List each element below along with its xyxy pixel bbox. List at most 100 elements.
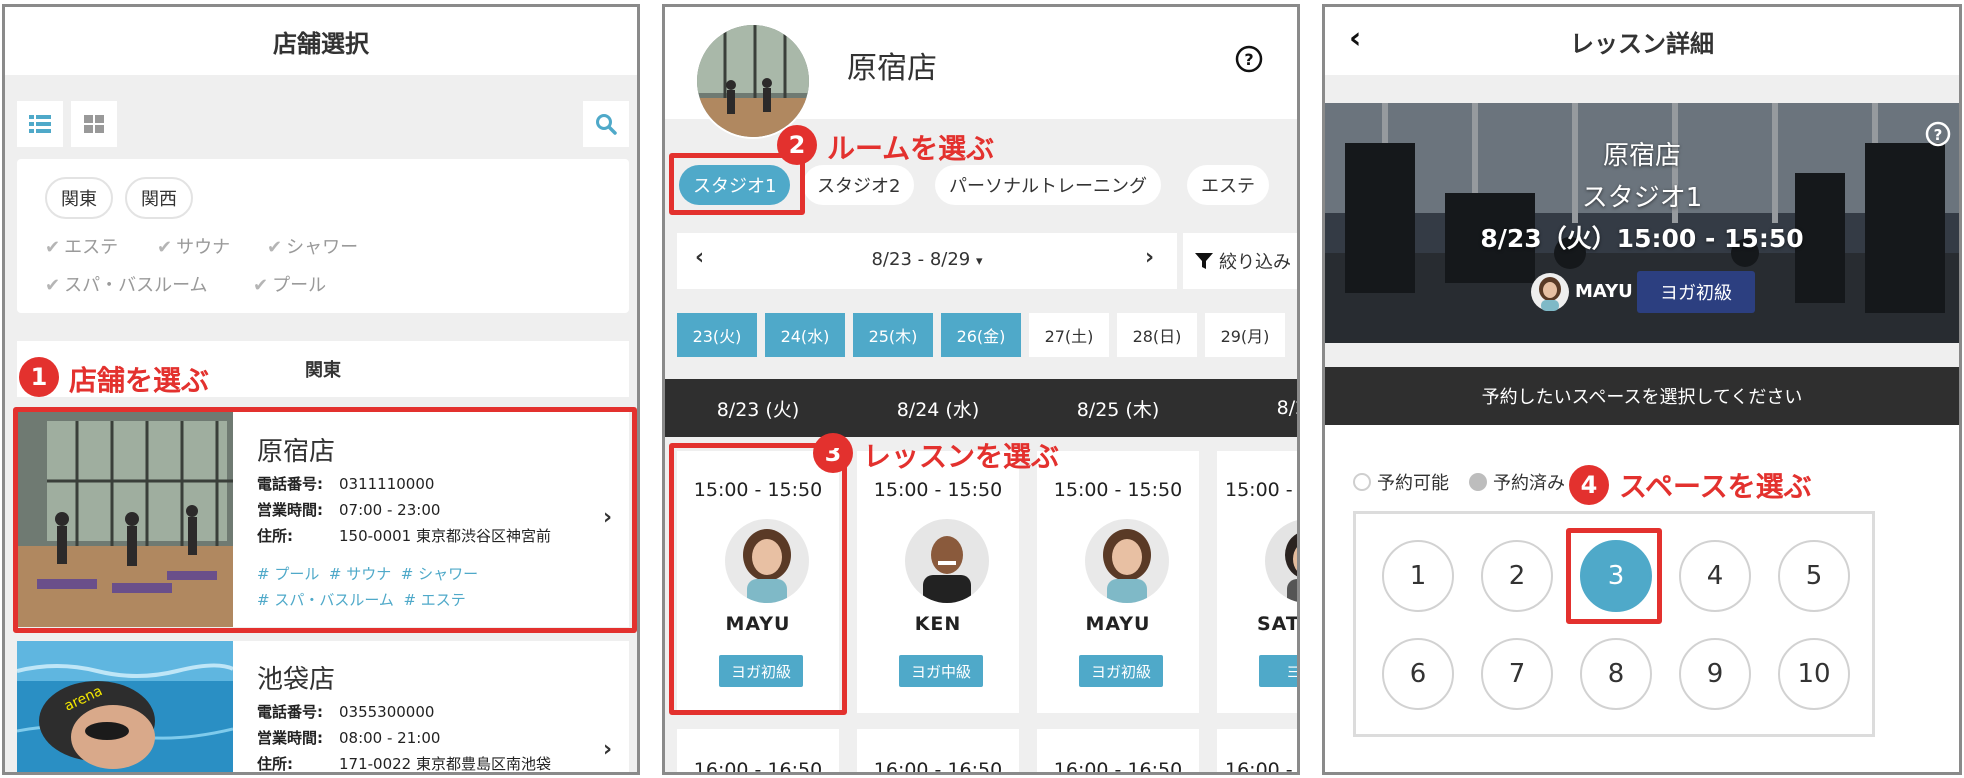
store-photo-pool: arena [17,641,233,772]
search-button[interactable] [583,101,629,147]
day-tab[interactable]: 27(土) [1029,313,1109,357]
store-phone: 0355300000 [339,703,435,721]
check-icon: ✔ [157,237,173,258]
reserved-dot-icon [1469,473,1487,491]
day-tab[interactable]: 29(月) [1205,313,1285,357]
date-header: 8/25 (木) [1076,398,1160,421]
available-dot-icon [1353,473,1371,491]
space-4[interactable]: 4 [1679,540,1751,612]
lesson-card[interactable]: 16:00 - 16:50 [1037,729,1199,772]
space-6[interactable]: 6 [1382,638,1454,710]
room-tab-personal[interactable]: パーソナルトレーニング [935,165,1161,205]
lesson-card[interactable]: 16:00 - 16:50 [677,729,839,772]
space-5[interactable]: 5 [1778,540,1850,612]
instructor-avatar [905,519,989,603]
instructor-avatar [1085,519,1169,603]
highlight-box [1566,528,1662,624]
instructor-avatar [1531,273,1569,311]
store-info: 電話番号: 0355300000 営業時間: 08:00 - 21:00 住所: 17… [257,703,551,773]
step-badge: 4 [1569,465,1609,505]
date-header: 8/24 (水) [896,398,980,421]
check-icon: ✔ [45,237,61,258]
step-annotation: 店舗を選ぶ [69,364,210,397]
help-icon: ? [1235,45,1263,73]
lesson-card[interactable]: 15:00 - SATO ヨガ [1217,451,1297,713]
lesson-detail-panel: レッスン詳細 ‹ ? 原宿店 スタジオ1 8/23（火）15:00 - 15:5… [1322,4,1962,775]
store-name: 池袋店 [257,665,336,695]
facility-filter[interactable]: ✔ スパ・バスルーム [45,271,208,297]
level-badge: ヨガ中級 [899,655,983,687]
chevron-right-icon: › [603,737,613,762]
lesson-card[interactable]: 15:00 - 15:50 MAYU ヨガ初級 [1037,451,1199,713]
highlight-box [13,407,637,633]
search-icon [596,114,617,135]
facility-filter[interactable]: ✔ シャワー [267,233,358,259]
check-icon: ✔ [253,275,269,296]
chip-kanto[interactable]: 関東 [45,177,113,219]
level-badge: ヨガ初級 [1637,271,1755,313]
date-header: 8/23 (火) [716,398,800,421]
room-tab-studio2[interactable]: スタジオ2 [803,165,915,205]
day-tab[interactable]: 26(金) [941,313,1021,357]
view-toolbar [17,95,629,151]
store-title: 原宿店 [847,51,937,86]
lesson-card[interactable]: 16:00 - 16:50 [857,729,1019,772]
level-badge: ヨガ [1259,655,1297,687]
lesson-card[interactable]: 15:00 - 15:50 KEN ヨガ中級 [857,451,1019,713]
date-header-bar: 8/23 (火) 8/24 (水) 8/25 (木) 8/26 [665,379,1297,437]
filter-card: 関東 関西 ✔ エステ ✔ サウナ ✔ シャワー ✔ スパ・バスルーム ✔ プール [17,159,629,313]
day-tab[interactable]: 24(水) [765,313,845,357]
chevron-down-icon: ▾ [975,254,983,269]
day-tab[interactable]: 25(木) [853,313,933,357]
room-tab-esthe[interactable]: エステ [1187,165,1269,205]
instruction-bar: 予約したいスペースを選択してください [1325,367,1959,425]
space-10[interactable]: 10 [1778,638,1850,710]
day-tab[interactable]: 23(火) [677,313,757,357]
store-address: 171-0022 東京都豊島区南池袋 [339,755,551,773]
help-button[interactable]: ? [1235,45,1263,77]
legend-available: 予約可能 [1353,469,1449,495]
facility-filter[interactable]: ✔ プール [253,271,326,297]
list-icon [29,115,51,133]
chevron-right-icon[interactable]: › [1145,245,1154,270]
space-2[interactable]: 2 [1481,540,1553,612]
store-hours: 08:00 - 21:00 [339,729,441,747]
page-title: レッスン詳細 [1325,7,1959,75]
grid-view-button[interactable] [71,101,117,147]
svg-text:?: ? [1244,50,1253,69]
space-8[interactable]: 8 [1580,638,1652,710]
step-annotation: レッスンを選ぶ [863,440,1060,473]
hero-time: 8/23（火）15:00 - 15:50 [1480,224,1804,253]
date-header: 8/26 [1276,397,1297,419]
highlight-box [669,443,847,715]
space-9[interactable]: 9 [1679,638,1751,710]
instructor-name: MAYU [1575,281,1633,302]
highlight-box [669,153,805,215]
list-view-button[interactable] [17,101,63,147]
filter-icon [1195,253,1213,269]
week-range[interactable]: 8/23 - 8/29 ▾ [677,249,1177,270]
filter-button[interactable]: 絞り込み [1183,233,1297,289]
grid-icon [84,115,104,133]
day-tab[interactable]: 28(日) [1117,313,1197,357]
store-card-ikebukuro[interactable]: arena 池袋店 電話番号: 0355300000 営業時間: 08:00 - 2… [17,641,629,773]
schedule-panel: 原宿店 ? 2 ルームを選ぶ スタジオ1 スタジオ2 パーソナルトレーニング エ… [662,4,1300,775]
store-avatar [695,23,811,139]
chip-kansai[interactable]: 関西 [125,177,193,219]
step-annotation: ルームを選ぶ [827,132,995,165]
week-selector: ‹ 8/23 - 8/29 ▾ › [677,233,1177,289]
check-icon: ✔ [45,275,61,296]
facility-filter[interactable]: ✔ サウナ [157,233,230,259]
store-select-panel: 店舗選択 関東 関西 ✔ エステ ✔ サウナ ✔ シャワー ✔ スパ・バスルーム… [2,4,640,775]
hero-store: 原宿店 [1602,141,1681,171]
space-1[interactable]: 1 [1382,540,1454,612]
page-title: 店舗選択 [5,7,637,75]
check-icon: ✔ [267,237,283,258]
lesson-card[interactable]: 16:00 - [1217,729,1297,772]
level-badge: ヨガ初級 [1079,655,1163,687]
space-selection: 予約可能 予約済み 4 スペースを選ぶ 1 2 3 4 5 6 7 8 9 10 [1325,425,1959,772]
facility-filter[interactable]: ✔ エステ [45,233,118,259]
back-chevron-icon[interactable]: ‹ [1349,21,1361,56]
legend-reserved: 予約済み [1469,469,1565,495]
space-7[interactable]: 7 [1481,638,1553,710]
